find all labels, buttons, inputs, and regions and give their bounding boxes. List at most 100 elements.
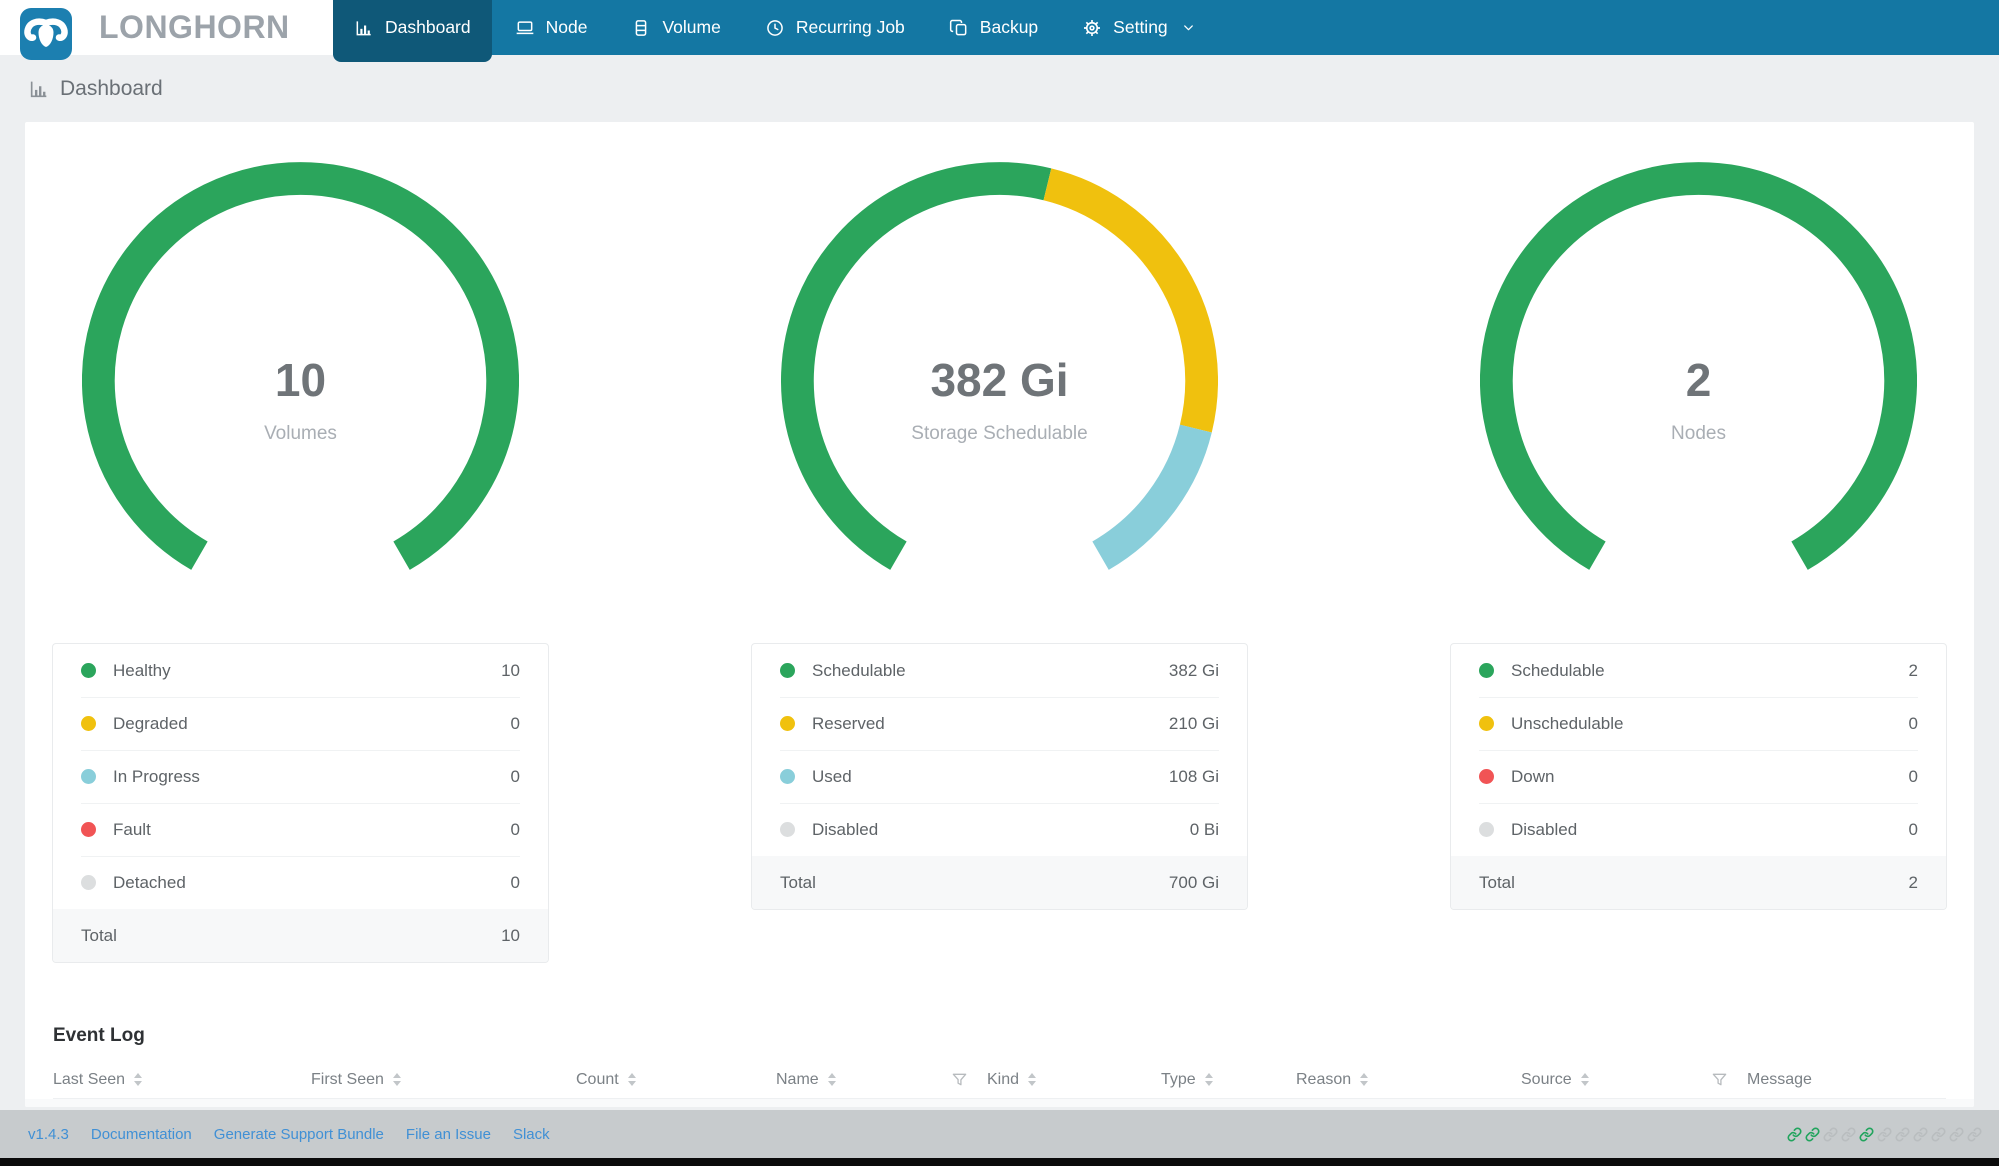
legend-row-schedulable: Schedulable 382 Gi: [752, 644, 1247, 697]
sort-icon[interactable]: [1580, 1073, 1589, 1086]
column-label: Reason: [1296, 1070, 1352, 1088]
page-title-bar: Dashboard: [0, 55, 1999, 122]
sort-icon[interactable]: [392, 1073, 401, 1086]
legend-value: 0: [510, 766, 520, 786]
footer-link-file-an-issue[interactable]: File an Issue: [406, 1126, 491, 1143]
gauge-label: Nodes: [1671, 423, 1726, 444]
footer-link-documentation[interactable]: Documentation: [91, 1126, 192, 1143]
nav-item-setting[interactable]: Setting: [1061, 0, 1216, 55]
link-icon: [1877, 1127, 1892, 1142]
legend-value: 0: [510, 819, 520, 839]
link-icon: [1895, 1127, 1910, 1142]
nav-item-volume[interactable]: Volume: [610, 0, 741, 55]
footer-link-slack[interactable]: Slack: [513, 1126, 550, 1143]
column-header-count[interactable]: Count: [576, 1071, 776, 1089]
legend-value: 0: [1908, 713, 1918, 733]
legend-color-dot: [81, 769, 96, 784]
dashboard-content: 10 Volumes Healthy 10 Degraded 0 In Progress 0 F…: [25, 122, 1974, 1107]
legend-value: 0: [1908, 766, 1918, 786]
legend-row-fault: Fault 0: [53, 803, 548, 856]
nav-item-node[interactable]: Node: [494, 0, 609, 55]
sort-icon[interactable]: [1360, 1073, 1369, 1086]
column-header-last-seen[interactable]: Last Seen: [53, 1071, 311, 1089]
volume-icon: [631, 18, 651, 38]
event-log-header-row: Last Seen First Seen Count Name Kind Type Reas…: [53, 1061, 1946, 1099]
footer-links: Documentation Generate Support Bundle File…: [91, 1126, 550, 1143]
nav-item-label: Dashboard: [385, 17, 471, 37]
column-header-reason[interactable]: Reason: [1296, 1071, 1521, 1089]
column-label: Kind: [987, 1070, 1020, 1088]
link-icon: [1805, 1127, 1820, 1142]
column-header-message[interactable]: Message: [1711, 1071, 1946, 1089]
total-value: 10: [501, 925, 520, 945]
legend-row-unschedulable: Unschedulable 0: [1451, 697, 1946, 750]
chevron-down-icon: [1181, 20, 1196, 35]
gauge-center-text: 382 Gi Storage Schedulable: [781, 357, 1218, 445]
link-icon: [1931, 1127, 1946, 1142]
storage-schedulable-tower: 382 Gi Storage Schedulable Schedulable 382 …: [751, 162, 1248, 963]
legend-value: 382 Gi: [1168, 660, 1219, 680]
legend-value: 0: [510, 713, 520, 733]
legend-label: Down: [1511, 766, 1555, 786]
logo[interactable]: LONGHORN: [0, 0, 333, 60]
sort-icon[interactable]: [827, 1073, 836, 1086]
gauge-center-text: 10 Volumes: [82, 357, 519, 445]
link-icon: [1913, 1127, 1928, 1142]
nav-item-label: Recurring Job: [795, 17, 905, 37]
legend-color-dot: [1479, 716, 1494, 731]
legend-row-disabled: Disabled 0: [1451, 803, 1946, 856]
legend-value: 10: [501, 660, 520, 680]
legend-row-used: Used 108 Gi: [752, 750, 1247, 803]
legend-row-in-progress: In Progress 0: [53, 750, 548, 803]
legend-row-disabled: Disabled 0 Bi: [752, 803, 1247, 856]
storage-schedulable-gauge-chart: 382 Gi Storage Schedulable: [781, 162, 1218, 572]
legend-color-dot: [81, 875, 96, 890]
column-label: Source: [1521, 1070, 1572, 1088]
connection-indicators: [1787, 1127, 1982, 1142]
volumes-tower: 10 Volumes Healthy 10 Degraded 0 In Progress 0 F…: [52, 162, 549, 963]
legend-color-dot: [780, 663, 795, 678]
sort-icon[interactable]: [1028, 1073, 1037, 1086]
column-header-type[interactable]: Type: [1161, 1071, 1296, 1089]
filter-funnel-icon[interactable]: [1711, 1071, 1728, 1088]
gear-icon: [1082, 18, 1102, 38]
brand-name: LONGHORN: [99, 9, 290, 45]
column-label: Last Seen: [53, 1070, 126, 1088]
event-log-empty-row: [25, 1099, 1974, 1107]
sort-icon[interactable]: [134, 1073, 143, 1086]
legend-total-row: Total 10: [53, 909, 548, 962]
volumes-gauge-chart: 10 Volumes: [82, 162, 519, 572]
link-icon: [1787, 1127, 1802, 1142]
link-icon: [1841, 1127, 1856, 1142]
legend-value: 0 Bi: [1189, 819, 1219, 839]
column-header-name[interactable]: Name: [776, 1071, 951, 1089]
nav-item-label: Backup: [979, 17, 1039, 37]
legend-value: 0: [510, 872, 520, 892]
node-icon: [515, 18, 535, 38]
legend-value: 210 Gi: [1168, 713, 1219, 733]
gauge-towers: 10 Volumes Healthy 10 Degraded 0 In Progress 0 F…: [25, 122, 1974, 963]
nav-item-dashboard[interactable]: Dashboard: [333, 0, 492, 62]
nav-item-recurring-job[interactable]: Recurring Job: [744, 0, 926, 55]
column-header-first-seen[interactable]: First Seen: [311, 1071, 576, 1089]
filter-funnel-icon[interactable]: [951, 1071, 968, 1088]
app-footer: v1.4.3 Documentation Generate Support Bun…: [0, 1110, 1999, 1158]
legend-label: Disabled: [812, 819, 879, 839]
legend-label: In Progress: [113, 766, 200, 786]
column-header-source[interactable]: Source: [1521, 1071, 1711, 1089]
legend-label: Used: [812, 766, 852, 786]
nav-item-backup[interactable]: Backup: [928, 0, 1059, 55]
column-header-kind[interactable]: Kind: [951, 1071, 1161, 1089]
link-icon: [1967, 1127, 1982, 1142]
sort-icon[interactable]: [627, 1073, 636, 1086]
column-label: First Seen: [311, 1070, 384, 1088]
nodes-legend-table: Schedulable 2 Unschedulable 0 Down 0 Disabled 0…: [1450, 643, 1947, 910]
legend-color-dot: [780, 716, 795, 731]
main-nav: Dashboard Node Volume Recurring Job Backup Se…: [333, 0, 1219, 62]
footer-link-generate-support-bundle[interactable]: Generate Support Bundle: [214, 1126, 384, 1143]
link-icon: [1859, 1127, 1874, 1142]
sort-icon[interactable]: [1204, 1073, 1213, 1086]
legend-total-row: Total 2: [1451, 856, 1946, 909]
legend-row-detached: Detached 0: [53, 856, 548, 909]
legend-label: Healthy: [113, 660, 171, 680]
